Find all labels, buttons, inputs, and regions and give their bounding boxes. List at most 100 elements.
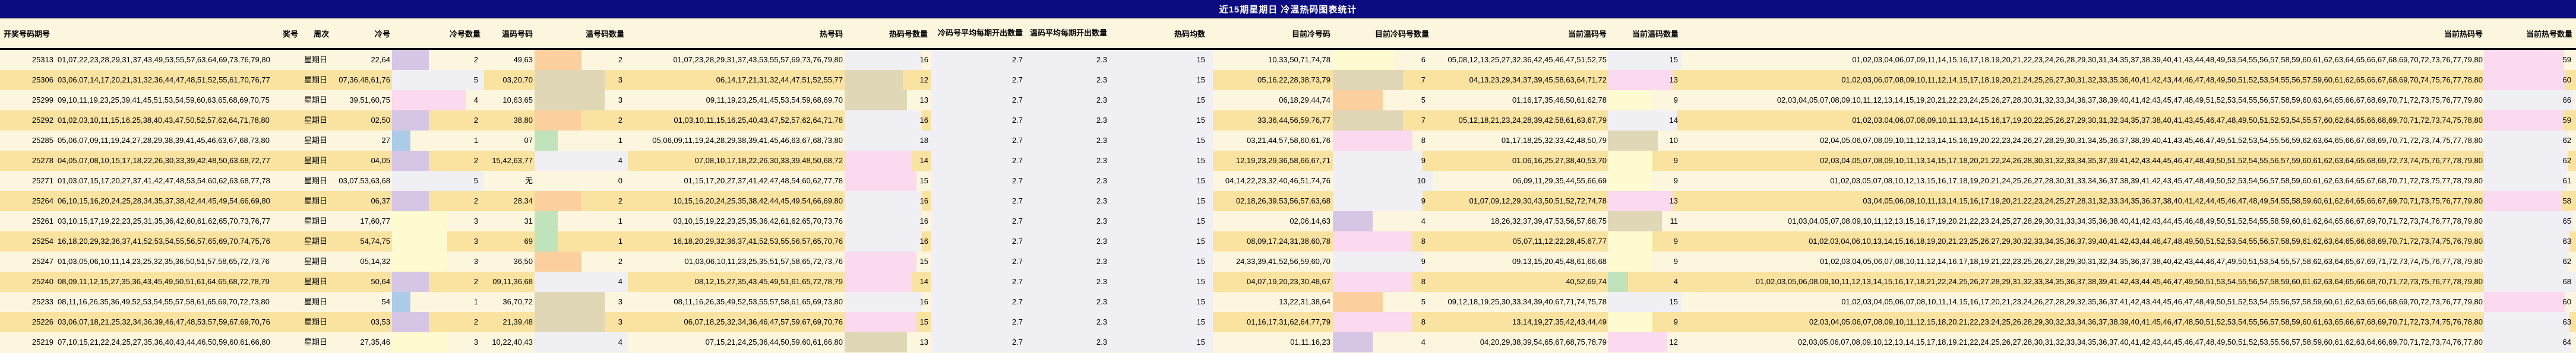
current-cold-count-cell: 4 xyxy=(1333,332,1433,352)
hot-count-cell: 14 xyxy=(845,151,931,171)
current-warm-count-value: 9 xyxy=(1673,257,1678,266)
current-hot-count-value: 63 xyxy=(2562,317,2571,326)
current-warm-count-value: 15 xyxy=(1669,297,1678,306)
current-warm-count-value: 9 xyxy=(1673,156,1678,165)
current-cold-count-cell: 8 xyxy=(1333,131,1433,151)
current-hot-count-value: 62 xyxy=(2562,136,2571,145)
table-row: 25285 05,06,07,09,11,19,24,27,28,29,38,3… xyxy=(0,131,2576,151)
draw-numbers-cell: 01,03,07,15,17,20,27,37,41,42,47,48,53,5… xyxy=(58,176,270,185)
hot-count-value: 12 xyxy=(919,75,928,84)
draw-numbers-cell: 16,18,20,29,32,36,37,41,52,53,54,55,56,5… xyxy=(58,237,270,246)
hot-mean-cell: 15 xyxy=(1112,131,1213,151)
warm-count-value: 2 xyxy=(618,196,622,205)
warm-count-cell: 2 xyxy=(535,191,628,211)
current-hot-count-cell: 62 xyxy=(2484,131,2576,151)
hot-numbers-cell: 01,15,17,20,27,37,41,42,47,48,54,60,62,7… xyxy=(684,176,843,185)
weekday-cell: 星期日 xyxy=(304,237,328,246)
header-hot-mean: 热码均数 xyxy=(1174,29,1205,39)
stats-report: 近15期星期日 冷温热码图表统计 开奖号码期号 奖号 周次 冷号 冷号数量 温码… xyxy=(0,0,2576,353)
current-hot-count-value: 62 xyxy=(2562,257,2571,266)
current-warm-numbers-cell: 09,12,18,19,25,30,33,34,39,40,67,71,74,7… xyxy=(1447,297,1607,306)
period-cell: 25271 xyxy=(31,176,53,185)
warm-count-cell: 3 xyxy=(535,312,628,332)
hot-numbers-cell: 01,03,06,10,11,23,25,35,51,57,58,65,72,7… xyxy=(684,257,843,266)
header-current-hot-count: 当前热号数量 xyxy=(2526,29,2572,39)
period-cell: 25278 xyxy=(31,156,53,165)
current-warm-count-value: 14 xyxy=(1669,116,1678,125)
period-cell: 25306 xyxy=(31,75,53,84)
hot-numbers-cell: 01,07,23,28,29,31,37,43,53,55,57,69,73,7… xyxy=(673,55,843,64)
cold-avg-cell: 2.7 xyxy=(931,70,1028,90)
current-cold-numbers-cell: 02,06,14,63 xyxy=(1289,217,1330,225)
current-warm-count-value: 9 xyxy=(1673,96,1678,104)
warm-count-cell: 3 xyxy=(535,292,628,312)
current-warm-count-cell: 9 xyxy=(1608,151,1682,171)
warm-count-cell: 4 xyxy=(535,151,628,171)
current-warm-count-cell: 9 xyxy=(1608,90,1682,110)
cold-avg-cell: 2.7 xyxy=(931,332,1028,352)
warm-count-value: 1 xyxy=(618,217,622,225)
current-hot-count-value: 62 xyxy=(2562,156,2571,165)
current-hot-count-value: 58 xyxy=(2562,196,2571,205)
warm-avg-cell: 2.3 xyxy=(1028,312,1112,332)
warm-numbers-cell: 07 xyxy=(524,136,533,145)
hot-numbers-cell: 01,03,10,11,15,16,25,40,43,47,52,57,62,6… xyxy=(674,116,843,125)
current-warm-numbers-cell: 18,26,32,37,39,47,53,56,57,68,75 xyxy=(1490,217,1607,225)
current-cold-numbers-cell: 02,18,26,39,53,56,57,63,68 xyxy=(1235,196,1330,205)
cold-avg-cell: 2.7 xyxy=(931,50,1028,70)
weekday-cell: 星期日 xyxy=(304,136,328,145)
warm-avg-cell: 2.3 xyxy=(1028,231,1112,252)
cold-avg-cell: 2.7 xyxy=(931,292,1028,312)
warm-count-cell: 4 xyxy=(535,272,628,292)
hot-numbers-cell: 06,14,17,21,31,32,44,47,51,52,55,77 xyxy=(716,75,843,84)
hot-mean-cell: 15 xyxy=(1112,332,1213,352)
hot-count-value: 15 xyxy=(919,317,928,326)
warm-numbers-cell: 28,34 xyxy=(513,196,533,205)
cold-numbers-cell: 06,37 xyxy=(371,196,390,205)
hot-count-value: 16 xyxy=(919,116,928,125)
warm-numbers-cell: 38,80 xyxy=(513,116,533,125)
draw-numbers-cell: 03,06,07,14,17,20,21,31,32,36,44,47,48,5… xyxy=(58,75,270,84)
cold-count-cell: 3 xyxy=(392,332,484,352)
cold-count-value: 3 xyxy=(473,237,478,246)
warm-count-cell: 4 xyxy=(535,332,628,352)
cold-numbers-cell: 02,50 xyxy=(371,116,390,125)
current-hot-numbers-cell: 02,03,04,05,06,07,08,09,10,11,12,15,18,2… xyxy=(1809,317,2483,326)
cold-count-value: 2 xyxy=(473,156,478,165)
table-row: 25264 06,10,15,16,20,24,25,28,34,35,37,3… xyxy=(0,191,2576,211)
current-hot-count-cell: 63 xyxy=(2484,312,2576,332)
current-hot-count-value: 66 xyxy=(2562,96,2571,104)
warm-numbers-cell: 10,22,40,43 xyxy=(492,338,533,346)
period-cell: 25264 xyxy=(31,196,53,205)
table-row: 25226 03,06,07,18,21,25,32,34,36,39,46,4… xyxy=(0,312,2576,332)
current-cold-count-value: 7 xyxy=(1421,116,1426,125)
cold-count-cell: 3 xyxy=(392,231,484,252)
draw-numbers-cell: 01,03,05,06,10,11,14,23,25,32,35,36,50,5… xyxy=(58,257,270,266)
table-body: 25313 01,07,22,23,28,29,31,37,43,49,53,5… xyxy=(0,50,2576,352)
hot-count-cell: 16 xyxy=(845,191,931,211)
current-warm-count-cell: 9 xyxy=(1608,231,1682,252)
hot-count-cell: 16 xyxy=(845,292,931,312)
current-hot-numbers-cell: 02,03,05,06,07,08,09,10,12,13,14,15,17,1… xyxy=(1798,338,2483,346)
period-cell: 25226 xyxy=(31,317,53,326)
period-cell: 25240 xyxy=(31,277,53,286)
header-hot-count: 热码号数量 xyxy=(889,29,928,39)
current-warm-count-cell: 10 xyxy=(1608,131,1682,151)
table-row: 25240 08,09,11,12,15,27,35,36,43,45,49,5… xyxy=(0,272,2576,292)
header-cold-avg: 冷码号平均每期开出数量 xyxy=(937,28,1023,37)
current-warm-count-cell: 13 xyxy=(1608,191,1682,211)
current-cold-count-value: 8 xyxy=(1421,317,1426,326)
hot-count-value: 16 xyxy=(919,297,928,306)
current-warm-count-value: 9 xyxy=(1673,176,1678,185)
hot-mean-cell: 15 xyxy=(1112,312,1213,332)
draw-numbers-cell: 01,07,22,23,28,29,31,37,43,49,53,55,57,6… xyxy=(58,55,270,64)
weekday-cell: 星期日 xyxy=(304,156,328,165)
current-hot-numbers-cell: 01,02,03,05,06,08,09,10,11,12,13,14,15,1… xyxy=(1755,277,2483,286)
warm-numbers-cell: 15,42,63,77 xyxy=(492,156,533,165)
warm-count-value: 3 xyxy=(618,317,622,326)
warm-numbers-cell: 21,39,48 xyxy=(502,317,533,326)
hot-count-cell: 18 xyxy=(845,131,931,151)
hot-numbers-cell: 16,18,20,29,32,36,37,41,52,53,55,56,57,6… xyxy=(673,237,843,246)
current-cold-count-value: 8 xyxy=(1421,277,1426,286)
cold-numbers-cell: 27 xyxy=(381,136,390,145)
